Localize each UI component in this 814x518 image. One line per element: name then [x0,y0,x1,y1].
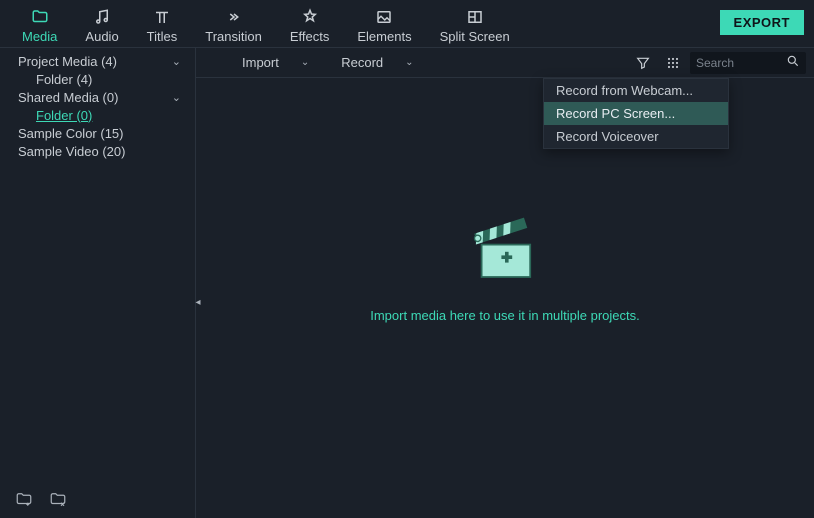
tab-titles[interactable]: Titles [133,6,192,50]
content-panel: Import ⌄ Record ⌄ Record from Web [196,48,814,518]
tree-item-folder-0[interactable]: Folder (0) [0,106,195,124]
tab-split-screen[interactable]: Split Screen [426,6,524,50]
image-icon [375,8,393,26]
tab-elements[interactable]: Elements [343,6,425,50]
export-button[interactable]: EXPORT [720,10,804,35]
effects-icon [301,8,319,26]
tab-label: Transition [205,29,262,44]
tree-item-sample-color[interactable]: Sample Color (15) [0,124,195,142]
top-tabs: Media Audio Titles Transition Effects El… [0,0,814,48]
menu-record-webcam[interactable]: Record from Webcam... [544,79,728,102]
main-area: Project Media (4) ⌄ Folder (4) Shared Me… [0,48,814,518]
chevron-down-icon: ⌄ [172,91,181,104]
record-button[interactable]: Record ⌄ [327,51,427,74]
clapperboard-icon [469,214,541,286]
transition-icon [225,8,243,26]
split-icon [466,8,484,26]
remove-folder-icon[interactable] [48,490,68,508]
tab-label: Audio [85,29,118,44]
tab-media[interactable]: Media [8,6,71,52]
tab-label: Elements [357,29,411,44]
tab-label: Titles [147,29,178,44]
tab-label: Media [22,29,57,44]
import-button[interactable]: Import ⌄ [228,51,323,74]
tree-item-project-media[interactable]: Project Media (4) ⌄ [0,52,195,70]
tree-label: Sample Color (15) [18,126,124,141]
import-label: Import [242,55,279,70]
empty-state-text: Import media here to use it in multiple … [370,308,640,323]
sidebar: Project Media (4) ⌄ Folder (4) Shared Me… [0,48,196,518]
tree-label: Folder (0) [36,108,92,123]
text-icon [153,8,171,26]
record-dropdown-menu: Record from Webcam... Record PC Screen..… [543,78,729,149]
tab-transition[interactable]: Transition [191,6,276,50]
tree-item-sample-video[interactable]: Sample Video (20) [0,142,195,160]
tab-label: Effects [290,29,330,44]
search-box[interactable] [690,52,806,74]
tab-effects[interactable]: Effects [276,6,344,50]
tab-label: Split Screen [440,29,510,44]
menu-record-pc-screen[interactable]: Record PC Screen... [544,102,728,125]
sidebar-bottom-toolbar [0,480,195,518]
filter-icon[interactable] [634,54,652,72]
chevron-down-icon: ⌄ [405,57,413,68]
add-folder-icon[interactable] [14,490,34,508]
tree-label: Folder (4) [36,72,92,87]
tree-label: Project Media (4) [18,54,117,69]
music-icon [93,8,111,26]
tree-item-shared-media[interactable]: Shared Media (0) ⌄ [0,88,195,106]
tab-audio[interactable]: Audio [71,6,132,50]
media-tree: Project Media (4) ⌄ Folder (4) Shared Me… [0,48,195,480]
tree-label: Sample Video (20) [18,144,125,159]
folder-icon [31,8,49,26]
tree-item-folder-4[interactable]: Folder (4) [0,70,195,88]
tree-label: Shared Media (0) [18,90,118,105]
content-toolbar: Import ⌄ Record ⌄ [196,48,814,78]
chevron-down-icon: ⌄ [301,57,309,68]
search-input[interactable] [696,56,782,70]
chevron-down-icon: ⌄ [172,55,181,68]
menu-record-voiceover[interactable]: Record Voiceover [544,125,728,148]
record-label: Record [341,55,383,70]
search-icon [786,54,800,71]
grid-view-icon[interactable] [664,54,682,72]
